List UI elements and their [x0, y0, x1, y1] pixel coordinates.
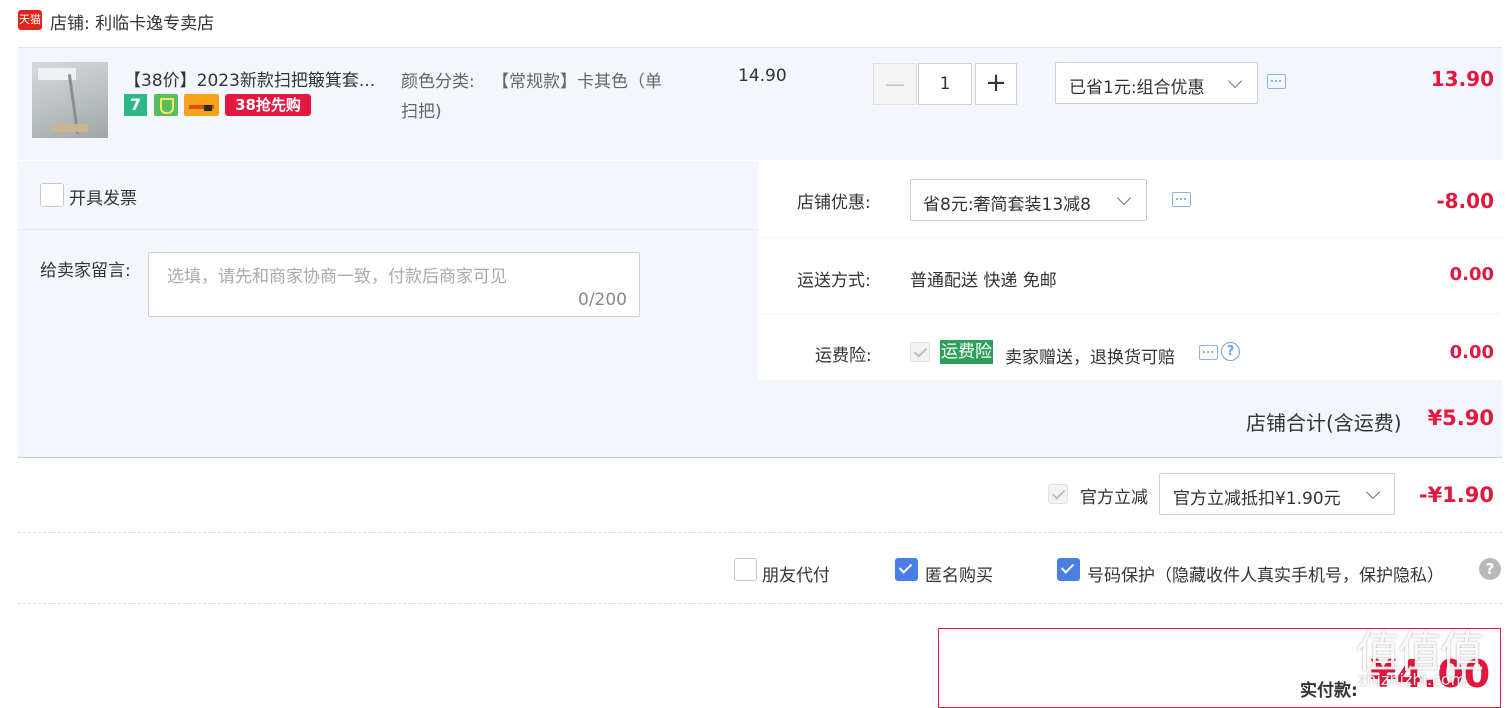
store-total-amount: ¥5.90	[1427, 406, 1494, 430]
tmall-logo-icon: 天猫	[18, 10, 42, 30]
insurance-text: 卖家赠送，退换货可赔	[1005, 348, 1175, 368]
official-discount-select[interactable]: 官方立减抵扣¥1.90元	[1159, 473, 1395, 515]
chevron-down-icon	[1227, 73, 1243, 89]
insurance-label: 运费险:	[815, 346, 872, 366]
quantity-minus-button[interactable]: —	[873, 63, 917, 105]
store-total-label: 店铺合计(含运费)	[1246, 411, 1402, 435]
friend-pay-checkbox[interactable]	[734, 558, 757, 581]
right-panel-divider-2	[760, 313, 1502, 314]
official-discount-checkbox	[1048, 484, 1068, 504]
sku-label: 颜色分类:	[401, 72, 475, 92]
invoice-label[interactable]: 开具发票	[69, 184, 137, 209]
message-input[interactable]: 选填，请先和商家协商一致，付款后商家可见 0/200	[148, 252, 640, 317]
help-icon[interactable]: ?	[1221, 342, 1240, 361]
anonymous-purchase-label[interactable]: 匿名购买	[925, 561, 993, 586]
invoice-checkbox[interactable]	[40, 183, 64, 207]
chat-icon[interactable]	[1172, 192, 1191, 207]
sku-value-cont: 扫把)	[401, 102, 442, 122]
message-placeholder: 选填，请先和商家协商一致，付款后商家可见	[167, 267, 507, 287]
help-icon[interactable]: ?	[1479, 558, 1501, 580]
anonymous-purchase-checkbox[interactable]	[895, 558, 918, 581]
store-discount-amount: -8.00	[1436, 189, 1494, 213]
official-discount-label: 官方立减	[1080, 488, 1148, 508]
chat-icon[interactable]	[1267, 74, 1286, 89]
official-discount-amount: -¥1.90	[1418, 483, 1494, 507]
seven-day-return-icon: 7	[124, 94, 147, 116]
watermark-url: zhizhizhi.com	[1358, 670, 1467, 689]
card-payment-icon	[184, 94, 219, 116]
product-thumbnail[interactable]	[32, 62, 108, 138]
chat-icon[interactable]	[1199, 345, 1218, 360]
product-title[interactable]: 【38价】2023新款扫把簸箕套...	[124, 66, 375, 91]
item-discount-select[interactable]: 已省1元:组合优惠	[1055, 62, 1258, 104]
store-discount-label: 店铺优惠:	[797, 193, 871, 213]
sku-value: 【常规款】卡其色（单	[492, 72, 662, 92]
store-discount-select[interactable]: 省8元:奢简套装13减8	[910, 179, 1147, 221]
left-panel-divider	[18, 229, 758, 230]
quantity-plus-button[interactable]: +	[975, 63, 1017, 105]
divider	[18, 603, 1502, 604]
item-subtotal: 13.90	[1430, 67, 1494, 91]
friend-pay-label[interactable]: 朋友代付	[762, 561, 830, 586]
shipping-method: 普通配送 快递 免邮	[910, 271, 1057, 291]
chevron-down-icon	[1116, 190, 1132, 206]
quantity-input[interactable]: 1	[918, 63, 972, 105]
message-counter: 0/200	[578, 290, 627, 310]
payment-label: 实付款:	[1300, 681, 1358, 701]
item-discount-value: 已省1元:组合优惠	[1069, 78, 1205, 98]
right-panel-divider-1	[760, 237, 1502, 238]
shipping-amount: 0.00	[1449, 264, 1494, 285]
official-discount-value: 官方立减抵扣¥1.90元	[1173, 489, 1341, 509]
number-protect-label[interactable]: 号码保护（隐藏收件人真实手机号，保护隐私）	[1087, 561, 1444, 586]
number-protect-checkbox[interactable]	[1057, 558, 1080, 581]
divider	[18, 532, 1502, 533]
chevron-down-icon	[1365, 484, 1381, 500]
guarantee-icon	[154, 94, 178, 116]
insurance-tag: 运费险	[940, 340, 993, 364]
insurance-amount: 0.00	[1449, 342, 1494, 363]
store-name[interactable]: 店铺: 利临卡逸专卖店	[50, 9, 214, 34]
message-label: 给卖家留言:	[40, 261, 131, 281]
shipping-label: 运送方式:	[797, 271, 871, 291]
insurance-checkbox	[910, 342, 930, 362]
unit-price: 14.90	[738, 66, 787, 86]
promo-38-badge: 38抢先购	[225, 94, 311, 116]
store-discount-value: 省8元:奢简套装13减8	[923, 195, 1091, 215]
